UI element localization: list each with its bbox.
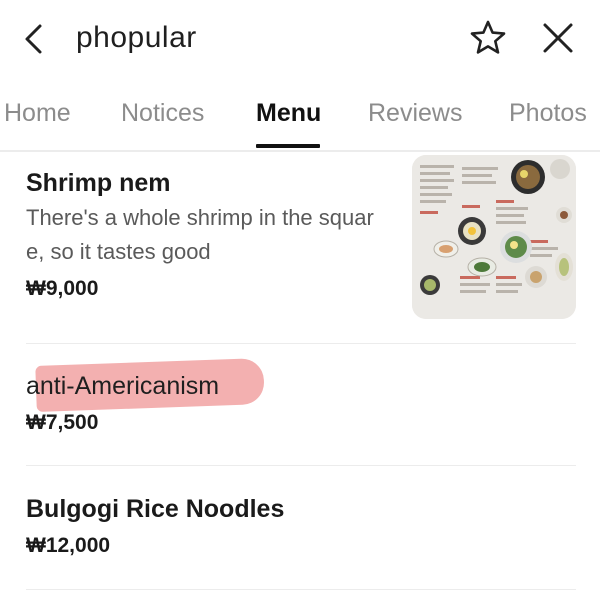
active-tab-indicator [256, 144, 320, 148]
menu-item-anti-americanism[interactable]: anti-Americanism ₩7,500 [26, 358, 576, 444]
tab-notices[interactable]: Notices [121, 96, 204, 130]
tab-home[interactable]: Home [4, 96, 71, 130]
menu-item-price: ₩12,000 [26, 534, 111, 557]
close-button[interactable] [540, 18, 576, 58]
menu-divider [26, 465, 576, 466]
tab-photos[interactable]: Photos [509, 96, 587, 130]
menu-item-bulgogi-rice-noodles[interactable]: Bulgogi Rice Noodles ₩12,000 [26, 493, 576, 567]
menu-item-name: anti-Americanism [26, 372, 220, 400]
highlighted-name: anti-Americanism [26, 358, 265, 412]
menu-photo-image [412, 155, 576, 319]
menu-divider [26, 343, 576, 344]
menu-list: Shrimp nem There's a whole shrimp in the… [0, 152, 600, 600]
top-bar: phopular [0, 0, 600, 76]
tab-menu[interactable]: Menu [256, 96, 321, 130]
menu-item-description: There's a whole shrimp in the square, so… [26, 205, 374, 264]
menu-item-thumbnail[interactable] [412, 155, 576, 319]
menu-divider [26, 589, 576, 590]
chevron-left-icon [25, 24, 42, 54]
star-outline-icon [470, 20, 506, 54]
menu-item-price: ₩7,500 [26, 411, 99, 434]
tab-bar: Home Notices Menu Reviews Photos [0, 86, 600, 150]
page-title: phopular [76, 21, 197, 54]
back-button[interactable] [18, 20, 50, 58]
favorite-button[interactable] [468, 18, 508, 58]
close-icon [543, 23, 573, 53]
menu-item-name: Bulgogi Rice Noodles [26, 495, 285, 523]
tab-reviews[interactable]: Reviews [368, 96, 462, 130]
